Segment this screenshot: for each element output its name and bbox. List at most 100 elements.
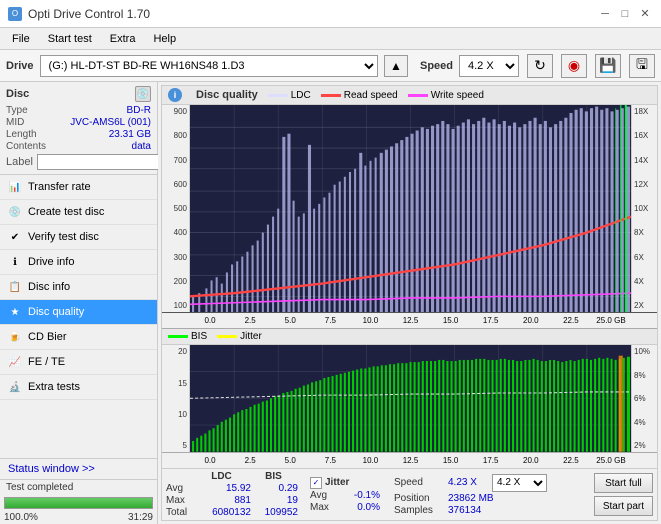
bottom-y-axis-left: 20 15 10 5 [162,345,190,452]
bis-total-val: 109952 [253,507,298,518]
menu-bar: File Start test Extra Help [0,28,661,50]
jitter-avg-label: Avg [310,490,338,501]
status-text: Test completed [0,480,157,495]
sidebar-item-extra-tests[interactable]: 🔬 Extra tests [0,375,157,400]
drive-bar: Drive (G:) HL-DT-ST BD-RE WH16NS48 1.D3 … [0,50,661,82]
ldc-color [268,94,288,97]
sidebar-label-transfer-rate: Transfer rate [28,181,91,193]
menu-help[interactable]: Help [145,31,184,47]
speed-position-stats: Speed 4.23 X 4.2 X 2.0 X Position 23862 … [394,474,547,516]
speed-stat-val: 4.23 X [448,477,488,488]
max-row: Max 881 19 [166,495,298,506]
progress-bar-fill [5,498,152,508]
top-chart-svg [190,105,631,312]
mid-value: JVC-AMS6L (001) [70,117,151,128]
speed-label: Speed [420,60,453,72]
maximize-button[interactable]: □ [617,6,633,22]
main-content: Disc 💿 Type BD-R MID JVC-AMS6L (001) Len… [0,82,661,524]
ldc-max-val: 881 [196,495,251,506]
minimize-button[interactable]: ─ [597,6,613,22]
disc-quality-icon-header: i [168,88,182,102]
chart-title: Disc quality [196,89,258,101]
legend-read-speed: Read speed [321,90,398,101]
type-label: Type [6,105,28,116]
legend-jitter: Jitter [217,331,262,342]
type-value: BD-R [127,105,151,116]
jitter-max-val: 0.0% [340,502,380,513]
top-chart-row: 900 800 700 600 500 400 300 200 100 [162,105,657,313]
menu-extra[interactable]: Extra [102,31,144,47]
menu-start-test[interactable]: Start test [40,31,100,47]
top-y-axis-left: 900 800 700 600 500 400 300 200 100 [162,105,190,312]
write-speed-color [408,94,428,97]
legend-ldc-label: LDC [291,90,311,101]
disc-label-key: Label [6,156,33,168]
avg-row: Avg 15.92 0.29 [166,483,298,494]
sidebar-item-cd-bier[interactable]: 🍺 CD Bier [0,325,157,350]
total-label: Total [166,507,194,518]
jitter-stats: ✓ Jitter Avg -0.1% Max 0.0% [310,477,380,513]
progress-percent: 100.0% [4,512,38,523]
sidebar-item-create-test-disc[interactable]: 💿 Create test disc [0,200,157,225]
status-window-button[interactable]: Status window >> [0,459,157,480]
disc-title: Disc [6,88,29,100]
bis-color [168,335,188,338]
disc-erase-button[interactable]: ◉ [561,54,587,78]
sidebar-item-verify-test-disc[interactable]: ✔ Verify test disc [0,225,157,250]
sidebar-item-disc-quality[interactable]: ★ Disc quality [0,300,157,325]
eject-button[interactable]: ▲ [384,55,408,77]
bottom-x-spacer-left [162,453,190,468]
jitter-checkbox[interactable]: ✓ [310,477,322,489]
top-y-axis-right: 18X 16X 14X 12X 10X 8X 6X 4X 2X [631,105,657,312]
sidebar-item-fe-te[interactable]: 📈 FE / TE [0,350,157,375]
start-part-button[interactable]: Start part [594,496,653,516]
drive-select[interactable]: (G:) HL-DT-ST BD-RE WH16NS48 1.D3 [40,55,378,77]
speed-stat-label: Speed [394,477,444,488]
menu-file[interactable]: File [4,31,38,47]
top-x-spacer-left [162,313,190,328]
bis-avg-val: 0.29 [253,483,298,494]
start-full-button[interactable]: Start full [594,473,653,493]
sidebar-label-fe-te: FE / TE [28,356,65,368]
sidebar-label-cd-bier: CD Bier [28,331,67,343]
legend-bis-label: BIS [191,331,207,342]
contents-label: Contents [6,141,46,152]
chart-container: i Disc quality LDC Read speed Write spee… [161,85,658,521]
speed-stat-row: Speed 4.23 X 4.2 X 2.0 X [394,474,547,492]
read-speed-color [321,94,341,97]
stats-speed-dropdown[interactable]: 4.2 X 2.0 X [492,474,547,492]
close-button[interactable]: ✕ [637,6,653,22]
status-window-label: Status window >> [8,463,95,475]
sidebar-item-drive-info[interactable]: ℹ Drive info [0,250,157,275]
extra-tests-icon: 🔬 [8,380,22,394]
sidebar-item-transfer-rate[interactable]: 📊 Transfer rate [0,175,157,200]
label-input[interactable] [37,154,175,170]
ldc-total-val: 6080132 [196,507,251,518]
save-button[interactable]: 🖫 [629,54,655,78]
sidebar-label-disc-info: Disc info [28,281,70,293]
samples-stat-row: Samples 376134 [394,505,547,516]
sidebar-label-verify-test-disc: Verify test disc [28,231,99,243]
jitter-header: Jitter [325,477,349,488]
refresh-button[interactable]: ↻ [527,54,553,78]
bottom-chart-inner [190,345,631,452]
top-x-axis: 0.0 2.5 5.0 7.5 10.0 12.5 15.0 17.5 20.0… [162,313,657,329]
cd-bier-icon: 🍺 [8,330,22,344]
speed-select[interactable]: 4.2 X 2.0 X 1.0 X [459,55,519,77]
disc-quality-icon: ★ [8,305,22,319]
bottom-chart-header: BIS Jitter [162,329,657,345]
disc-burn-button[interactable]: 💾 [595,54,621,78]
bottom-chart-svg [190,345,631,452]
verify-test-disc-icon: ✔ [8,230,22,244]
position-stat-label: Position [394,493,444,504]
position-stat-row: Position 23862 MB [394,493,547,504]
top-x-spacer-right [631,313,657,328]
jitter-avg-row: Avg -0.1% [310,490,380,501]
total-row: Total 6080132 109952 [166,507,298,518]
legend-bis: BIS [168,331,207,342]
sidebar-item-disc-info[interactable]: 📋 Disc info [0,275,157,300]
length-label: Length [6,129,37,140]
disc-icon-btn[interactable]: 💿 [135,86,151,102]
samples-stat-label: Samples [394,505,444,516]
mid-label: MID [6,117,24,128]
